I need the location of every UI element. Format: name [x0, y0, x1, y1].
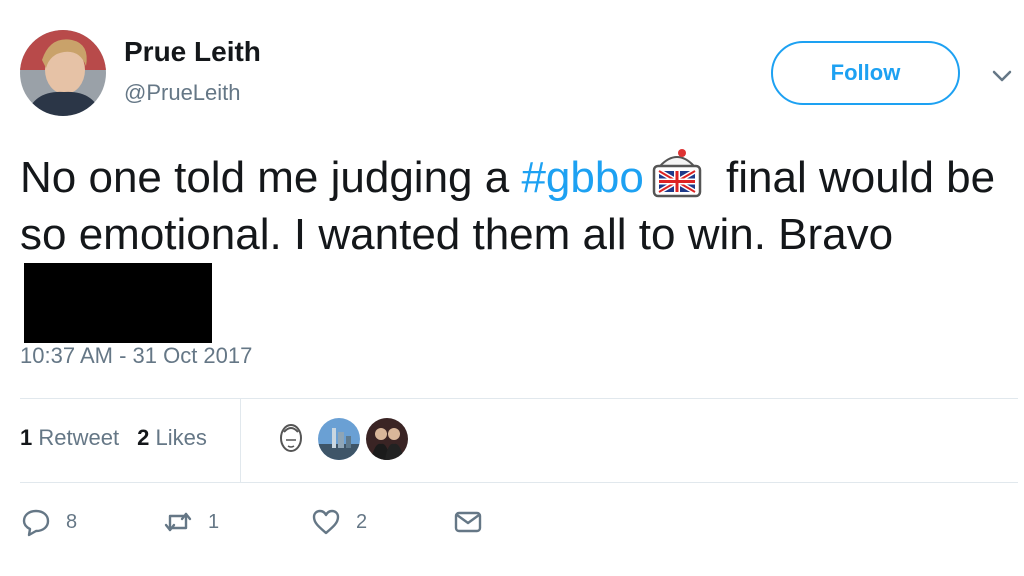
tweet-timestamp[interactable]: 10:37 AM - 31 Oct 2017: [20, 343, 252, 369]
like-stat-count: 2: [137, 425, 150, 450]
retweet-icon: [164, 512, 192, 532]
stats-divider: [240, 398, 241, 482]
retweet-action-count: 1: [208, 510, 220, 533]
tweet-stats: 1 Retweet 2 Likes: [20, 425, 207, 451]
reply-icon: [22, 509, 50, 537]
envelope-icon: [454, 511, 482, 533]
tweet-card: Prue Leith @PrueLeith Follow No one told…: [0, 0, 1024, 576]
direct-message-button[interactable]: [452, 506, 484, 538]
divider-top: [20, 398, 1018, 399]
tweet-text-part1: No one told me judging a: [20, 153, 522, 202]
liker-avatar-1[interactable]: [270, 418, 312, 460]
hashtag-link[interactable]: #gbbo: [521, 153, 643, 202]
retweet-button[interactable]: 1: [162, 506, 219, 538]
liker-avatar-2[interactable]: [318, 418, 360, 460]
divider-bottom: [20, 482, 1018, 483]
author-avatar[interactable]: [20, 30, 106, 116]
like-action-count: 2: [356, 510, 368, 533]
retweet-stat[interactable]: 1 Retweet: [20, 425, 119, 451]
retweet-stat-label: Retweet: [38, 425, 120, 450]
follow-button[interactable]: Follow: [771, 41, 960, 105]
reply-count: 8: [66, 510, 78, 533]
reply-button[interactable]: 8: [20, 506, 77, 538]
heart-icon: [312, 509, 340, 535]
author-name[interactable]: Prue Leith: [124, 36, 261, 68]
gbbo-union-jack-icon: [646, 148, 708, 200]
liker-avatar-3[interactable]: [366, 418, 408, 460]
liker-avatars: [270, 418, 408, 460]
like-stat-label: Likes: [155, 425, 207, 450]
retweet-stat-count: 1: [20, 425, 33, 450]
like-stat[interactable]: 2 Likes: [137, 425, 207, 451]
chevron-down-icon[interactable]: [990, 64, 1014, 88]
like-button[interactable]: 2: [310, 506, 367, 538]
redaction-block: [24, 263, 212, 343]
author-handle[interactable]: @PrueLeith: [124, 80, 241, 106]
tweet-text: No one told me judging a #gbbo final wou…: [20, 148, 1010, 343]
